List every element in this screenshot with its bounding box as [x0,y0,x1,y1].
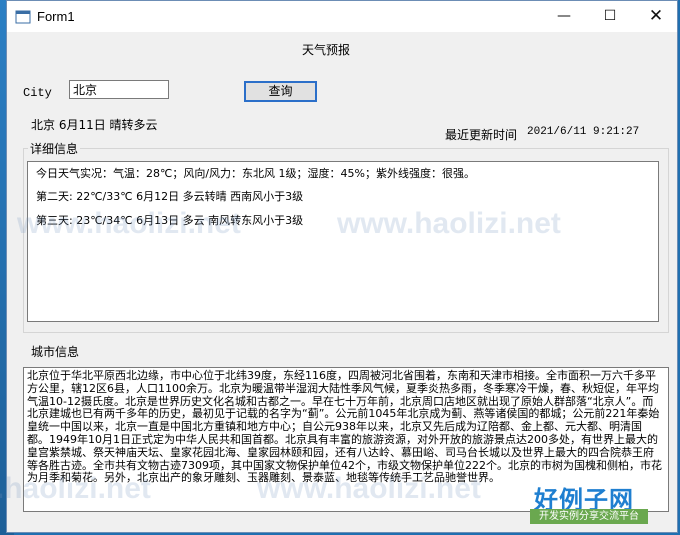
query-button[interactable]: 查询 [244,81,317,102]
details-line-today: 今日天气实况：气温：28℃；风向/风力：东北风 1级；湿度：45%；紫外线强度：… [36,167,475,180]
app-icon [15,10,31,24]
maximize-icon[interactable]: ☐ [587,1,633,32]
logo-subtitle: 开发实例分享交流平台 [530,509,648,524]
city-label: City [23,86,52,100]
form-client-area: 天气预报 City 查询 北京 6月11日 晴转多云 最近更新时间 2021/6… [0,32,677,532]
details-textbox[interactable]: 今日天气实况：气温：28℃；风向/风力：东北风 1级；湿度：45%；紫外线强度：… [27,161,659,322]
window-title: Form1 [37,9,75,24]
minimize-icon[interactable]: — [541,1,587,32]
details-line-day3: 第三天: 23℃/34℃ 6月13日 多云 南风转东风小于3级 [36,214,304,227]
city-input[interactable] [69,80,169,99]
title-bar[interactable]: Form1 — ☐ ✕ [7,1,677,32]
site-logo: 好例子网 开发实例分享交流平台 [530,480,648,527]
last-updated-value: 2021/6/11 9:21:27 [527,126,640,138]
last-updated-label: 最近更新时间 [445,128,518,142]
city-info-group-title: 城市信息 [29,343,82,360]
details-line-day2: 第二天: 22℃/33℃ 6月12日 多云转晴 西南风小于3级 [36,190,304,203]
weather-summary: 北京 6月11日 晴转多云 [31,118,158,132]
city-info-text: 北京位于华北平原西北边缘，市中心位于北纬39度，东经116度，四周被河北省围着，… [27,369,662,485]
form-window: Form1 — ☐ ✕ 天气预报 City 查询 北京 6月11日 晴转多云 最… [0,0,678,533]
details-group-title: 详细信息 [28,140,81,157]
close-icon[interactable]: ✕ [633,1,679,32]
page-title: 天气预报 [302,43,351,57]
